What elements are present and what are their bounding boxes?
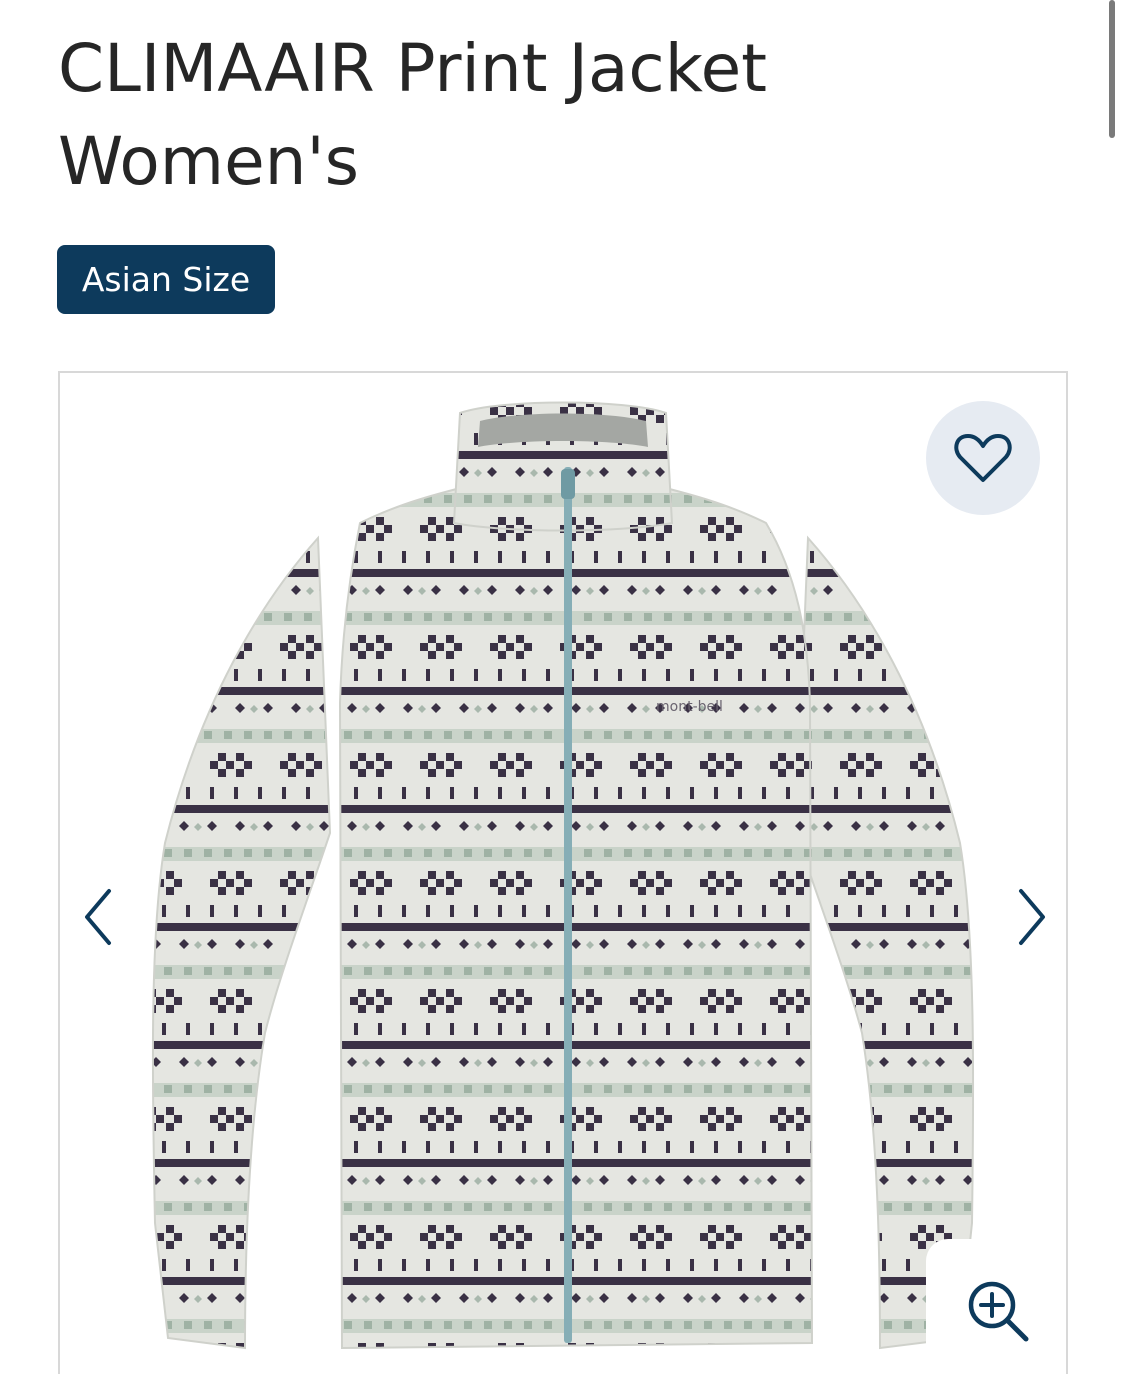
next-image-button[interactable]	[1002, 877, 1062, 957]
zoom-button[interactable]	[926, 1239, 1066, 1374]
product-title: CLIMAAIR Print Jacket Women's	[58, 30, 768, 200]
size-badge: Asian Size	[57, 245, 275, 314]
product-page: CLIMAAIR Print Jacket Women's Asian Size	[0, 0, 1125, 1374]
jacket-zipper	[564, 467, 572, 1343]
product-gallery[interactable]: mont-bell	[58, 371, 1068, 1374]
chevron-right-icon	[1019, 889, 1045, 945]
jacket-body	[338, 482, 814, 1350]
zoom-in-icon	[968, 1281, 1029, 1342]
garment-brand-mark: mont-bell	[656, 699, 723, 715]
chevron-left-icon	[85, 889, 111, 945]
fleece-jacket-image: mont-bell	[151, 401, 975, 1350]
favorite-button[interactable]	[926, 401, 1040, 515]
scrollbar[interactable]	[1109, 0, 1115, 138]
heart-icon	[954, 434, 1012, 482]
previous-image-button[interactable]	[68, 877, 128, 957]
